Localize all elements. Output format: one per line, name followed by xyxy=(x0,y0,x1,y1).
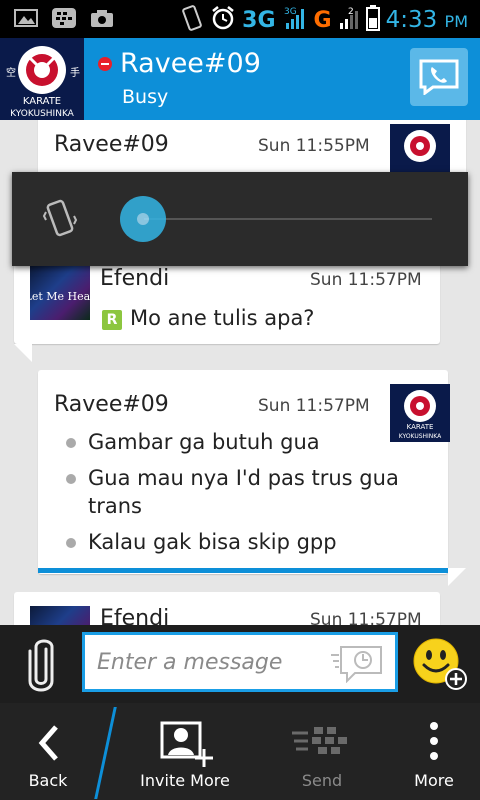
bbm-send-icon xyxy=(292,727,347,754)
message-input[interactable]: Enter a message xyxy=(82,632,398,692)
svg-text:3G: 3G xyxy=(284,7,297,17)
svg-text:手: 手 xyxy=(70,66,80,79)
phone-chat-icon xyxy=(419,59,459,95)
bullet-item: Kalau gak bisa skip gpp xyxy=(66,530,337,554)
more-label: More xyxy=(414,771,454,790)
read-receipt-icon: R xyxy=(102,310,122,330)
message-time: Sun 11:57PM xyxy=(258,396,370,416)
attachment-icon[interactable] xyxy=(24,635,60,699)
contact-avatar[interactable]: 空 手 KARATE KYOKUSHINKA xyxy=(0,38,84,120)
message-sender: Ravee#09 xyxy=(54,132,169,157)
vibrate-mode-icon[interactable] xyxy=(42,198,78,244)
bbm-icon xyxy=(52,8,76,28)
add-contact-icon xyxy=(160,721,213,767)
message-text: R Mo ane tulis apa? xyxy=(102,306,314,330)
volume-dialog xyxy=(12,172,468,266)
sender-avatar: KARATE KYOKUSHINKA xyxy=(390,384,450,442)
bubble-tail xyxy=(14,344,32,362)
message-bubble-efendi-1[interactable]: Let Me Hear Efendi Sun 11:57PM RMo ane t… xyxy=(14,254,440,344)
message-sender: Ravee#09 xyxy=(54,392,169,417)
overflow-menu-icon xyxy=(430,722,438,760)
message-sender: Efendi xyxy=(100,266,170,291)
camera-icon xyxy=(90,8,114,28)
svg-text:KYOKUSHINKA: KYOKUSHINKA xyxy=(399,433,442,440)
voice-call-button[interactable] xyxy=(410,48,468,106)
contact-name-row: Ravee#09 xyxy=(98,48,261,79)
invite-more-button[interactable]: Invite More xyxy=(124,703,246,800)
delivered-indicator xyxy=(38,568,448,573)
bullet-item: Gambar ga butuh gua xyxy=(66,430,320,454)
clock: 4:33 PM xyxy=(385,7,468,33)
svg-text:KYOKUSHINKA: KYOKUSHINKA xyxy=(10,109,75,119)
back-label: Back xyxy=(28,771,68,790)
notification-icons xyxy=(14,8,114,28)
message-input-placeholder: Enter a message xyxy=(97,650,283,675)
send-button[interactable]: Send xyxy=(272,703,372,800)
message-composer: Enter a message xyxy=(0,625,480,703)
emoticon-button[interactable] xyxy=(412,635,470,697)
system-status: 3G 3G G 2 4:33 PM xyxy=(180,4,468,36)
send-label: Send xyxy=(301,771,343,790)
back-button[interactable]: Back xyxy=(0,703,96,800)
battery-icon xyxy=(365,4,380,36)
message-bubble-efendi-2[interactable]: Efendi Sun 11:57PM xyxy=(14,592,440,625)
network-g: G xyxy=(313,7,332,33)
bubble-tail xyxy=(448,568,466,586)
signal-2-icon: 2 xyxy=(338,5,360,35)
divider xyxy=(94,707,117,799)
signal-icon: 3G xyxy=(282,5,308,35)
action-bar: Back Invite More Send More xyxy=(0,703,480,800)
sender-avatar: Let Me Hear xyxy=(25,266,96,320)
volume-slider-thumb[interactable] xyxy=(120,196,166,242)
svg-text:Let Me Hear: Let Me Hear xyxy=(30,290,90,303)
message-bubble-ravee-2[interactable]: Ravee#09 Sun 11:57PM KARATE KYOKUSHINKA G… xyxy=(38,370,450,574)
bullet-item: Gua mau nya I'd pas trus gua xyxy=(66,466,399,490)
invite-more-label: Invite More xyxy=(140,771,230,790)
svg-text:空: 空 xyxy=(6,66,16,79)
status-bar: 3G 3G G 2 4:33 PM xyxy=(0,0,480,38)
volume-track[interactable] xyxy=(144,218,432,220)
contact-name: Ravee#09 xyxy=(120,48,261,79)
back-arrow-icon xyxy=(38,725,58,761)
svg-text:KARATE: KARATE xyxy=(407,423,434,431)
voice-note-icon[interactable] xyxy=(331,643,385,687)
more-button[interactable]: More xyxy=(396,703,472,800)
vibrate-icon xyxy=(180,4,204,36)
gallery-icon xyxy=(14,8,38,28)
message-sender: Efendi xyxy=(100,606,170,625)
bullet-item-continuation: trans xyxy=(88,494,142,518)
message-time: Sun 11:57PM xyxy=(310,270,422,290)
alarm-icon xyxy=(210,5,236,35)
chat-header: 空 手 KARATE KYOKUSHINKA Ravee#09 Busy xyxy=(0,38,480,120)
sender-avatar xyxy=(30,606,90,625)
svg-text:KARATE: KARATE xyxy=(23,96,61,107)
busy-status-icon xyxy=(98,56,112,71)
message-time: Sun 11:57PM xyxy=(310,610,422,625)
contact-status: Busy xyxy=(122,86,169,108)
network-type: 3G xyxy=(242,7,276,33)
message-time: Sun 11:55PM xyxy=(258,136,370,156)
smiley-icon xyxy=(413,638,467,690)
